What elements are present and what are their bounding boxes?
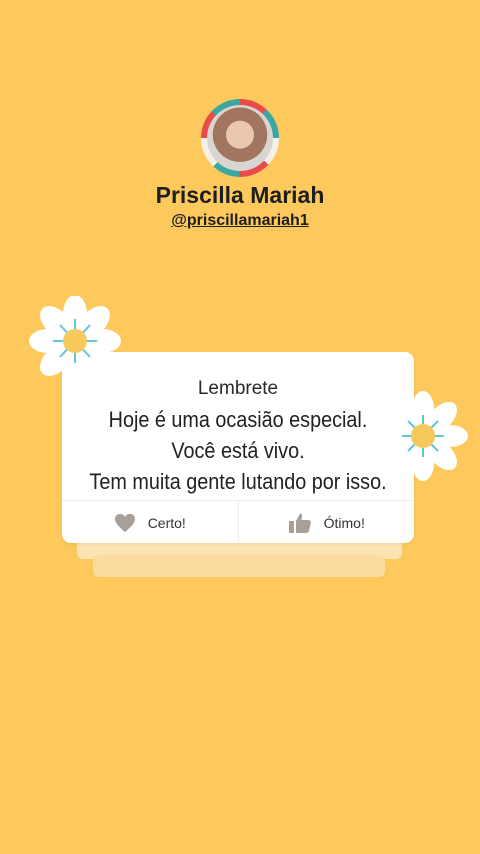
heart-icon [114, 513, 136, 533]
profile-name: Priscilla Mariah [155, 182, 325, 208]
otimo-button[interactable]: Ótimo! [237, 501, 415, 544]
otimo-label: Ótimo! [323, 514, 365, 531]
message-line: Tem muita gente lutando por isso. [89, 469, 387, 494]
certo-label: Certo! [147, 514, 186, 531]
card-stack-layer [93, 555, 385, 577]
certo-button[interactable]: Certo! [62, 501, 238, 544]
message-line: Você está vivo. [171, 438, 305, 463]
profile-handle[interactable]: @priscillamariah1 [0, 212, 480, 230]
thumbs-up-icon [288, 512, 312, 534]
reminder-message: Hoje é uma ocasião especial. Você está v… [80, 404, 397, 497]
message-line: Hoje é uma ocasião especial. [108, 407, 368, 432]
profile-photo [207, 105, 273, 171]
avatar[interactable] [201, 99, 279, 177]
daisy-flower-icon [29, 296, 121, 386]
daisy-flower-icon [378, 391, 468, 481]
reaction-bar: Certo! Ótimo! [62, 500, 414, 544]
